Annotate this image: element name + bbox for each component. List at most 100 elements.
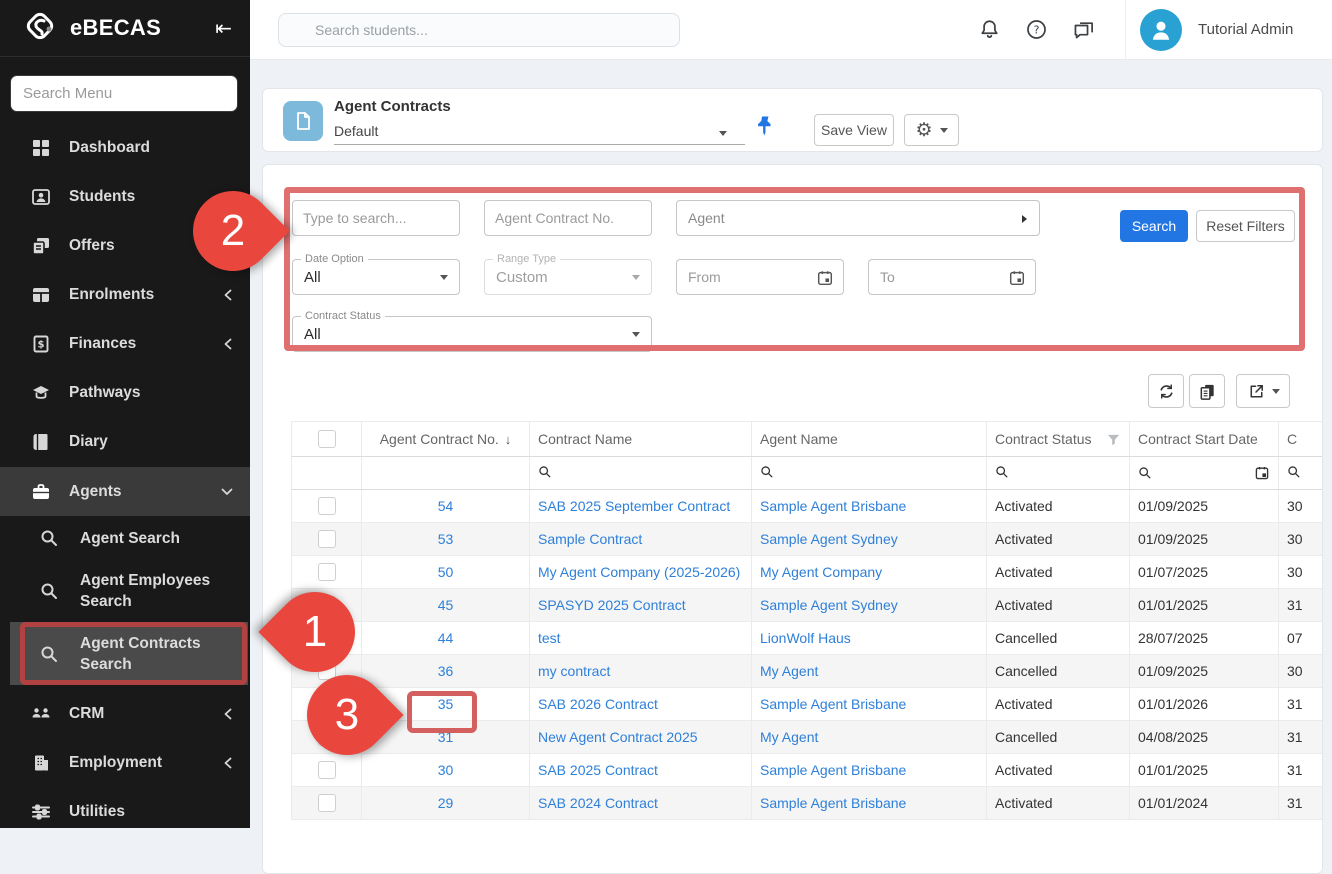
row-checkbox[interactable] xyxy=(318,629,336,647)
contract-name-link[interactable]: Sample Contract xyxy=(538,531,642,547)
contract-name-link[interactable]: SAB 2024 Contract xyxy=(538,795,658,811)
contract-name-link[interactable]: New Agent Contract 2025 xyxy=(538,729,698,745)
reset-filters-button[interactable]: Reset Filters xyxy=(1196,210,1295,242)
sidebar-item-utilities[interactable]: Utilities xyxy=(0,787,250,836)
settings-gear-button[interactable]: ⚙ xyxy=(904,114,959,146)
contract-no-link[interactable]: 53 xyxy=(438,531,454,547)
keyword-search-input[interactable] xyxy=(292,200,460,236)
contract-no-link[interactable]: 35 xyxy=(438,696,454,712)
agent-name-link[interactable]: My Agent xyxy=(760,663,818,679)
contract-name-link[interactable]: my contract xyxy=(538,663,610,679)
contract-name-link[interactable]: SAB 2025 Contract xyxy=(538,762,658,778)
sidebar-item-employment[interactable]: Employment xyxy=(0,738,250,787)
sidebar-item-enrolments[interactable]: Enrolments xyxy=(0,270,250,319)
contract-no-link[interactable]: 44 xyxy=(438,630,454,646)
contract-no-link[interactable]: 30 xyxy=(438,762,454,778)
contract-no-input[interactable] xyxy=(484,200,652,236)
help-icon[interactable]: ? xyxy=(1025,18,1049,42)
filter-agent-name-cell[interactable] xyxy=(752,457,987,490)
filter-status-cell[interactable] xyxy=(987,457,1130,490)
pin-icon[interactable] xyxy=(755,115,775,142)
filter-contract-name-cell[interactable] xyxy=(530,457,752,490)
column-contract-status[interactable]: Contract Status xyxy=(987,422,1130,457)
contract-name-link[interactable]: SAB 2025 September Contract xyxy=(538,498,730,514)
contracts-table: Agent Contract No.↓ Contract Name Agent … xyxy=(291,421,1323,820)
date-option-select[interactable]: Date Option All xyxy=(292,259,460,295)
filter-end-date-cell[interactable] xyxy=(1279,457,1324,490)
student-search-input[interactable] xyxy=(278,13,680,47)
contract-no-link[interactable]: 31 xyxy=(438,729,454,745)
sidebar-item-offers[interactable]: Offers xyxy=(0,221,250,270)
sidebar-item-agents[interactable]: Agents xyxy=(0,467,250,516)
avatar[interactable] xyxy=(1140,9,1182,51)
agent-name-link[interactable]: Sample Agent Brisbane xyxy=(760,795,906,811)
column-contract-start-date[interactable]: Contract Start Date xyxy=(1130,422,1279,457)
sidebar-item-agent-contracts-search[interactable]: Agent Contracts Search xyxy=(10,622,248,685)
sidebar-item-finances[interactable]: $ Finances xyxy=(0,319,250,368)
search-button[interactable]: Search xyxy=(1120,210,1188,242)
contract-name-link[interactable]: SPASYD 2025 Contract xyxy=(538,597,686,613)
search-icon xyxy=(38,581,60,601)
copy-button[interactable] xyxy=(1189,374,1225,408)
notifications-bell-icon[interactable] xyxy=(978,18,1002,42)
contract-status-cell: Activated xyxy=(987,688,1130,721)
row-checkbox[interactable] xyxy=(318,563,336,581)
contract-no-link[interactable]: 54 xyxy=(438,498,454,514)
contract-name-link[interactable]: SAB 2026 Contract xyxy=(538,696,658,712)
view-select[interactable]: Default xyxy=(334,119,745,145)
contract-no-link[interactable]: 36 xyxy=(438,663,454,679)
contract-name-link[interactable]: test xyxy=(538,630,561,646)
sidebar-item-agent-employees-search[interactable]: Agent Employees Search xyxy=(0,560,250,622)
contract-no-link[interactable]: 45 xyxy=(438,597,454,613)
range-type-label: Range Type xyxy=(493,253,560,266)
export-button[interactable] xyxy=(1236,374,1290,408)
save-view-button[interactable]: Save View xyxy=(814,114,894,146)
agent-name-link[interactable]: My Agent xyxy=(760,729,818,745)
select-all-checkbox[interactable] xyxy=(318,430,336,448)
column-contract-end-date[interactable]: C xyxy=(1279,422,1324,457)
filter-start-date-cell[interactable] xyxy=(1130,457,1279,490)
column-agent-contract-no[interactable]: Agent Contract No.↓ xyxy=(362,422,530,457)
row-checkbox[interactable] xyxy=(318,530,336,548)
sidebar-item-crm[interactable]: CRM xyxy=(0,689,250,738)
column-contract-name[interactable]: Contract Name xyxy=(530,422,752,457)
sidebar-item-agent-search[interactable]: Agent Search xyxy=(0,516,250,560)
sidebar-item-pathways[interactable]: Pathways xyxy=(0,368,250,417)
collapse-sidebar-icon[interactable]: ⇤ xyxy=(215,16,232,41)
contract-status-select[interactable]: Contract Status All xyxy=(292,316,652,352)
agent-name-link[interactable]: Sample Agent Brisbane xyxy=(760,498,906,514)
sidebar-item-students[interactable]: Students xyxy=(0,172,250,221)
calendar-icon[interactable] xyxy=(1254,465,1270,481)
row-checkbox[interactable] xyxy=(318,662,336,680)
agent-dropdown[interactable]: Agent xyxy=(676,200,1040,236)
to-date-input[interactable]: To xyxy=(868,259,1036,295)
agent-name-link[interactable]: Sample Agent Brisbane xyxy=(760,696,906,712)
agent-name-link[interactable]: LionWolf Haus xyxy=(760,630,851,646)
contract-end-date-cell: 30 xyxy=(1279,490,1324,523)
from-date-input[interactable]: From xyxy=(676,259,844,295)
row-checkbox[interactable] xyxy=(318,695,336,713)
contract-no-link[interactable]: 29 xyxy=(438,795,454,811)
row-checkbox[interactable] xyxy=(318,497,336,515)
agent-name-link[interactable]: My Agent Company xyxy=(760,564,882,580)
filter-funnel-icon[interactable] xyxy=(1106,432,1121,447)
contract-no-link[interactable]: 50 xyxy=(438,564,454,580)
table-row: 54 SAB 2025 September Contract Sample Agen… xyxy=(292,490,1324,523)
filter-contract-no-cell[interactable] xyxy=(362,457,530,490)
agent-name-link[interactable]: Sample Agent Sydney xyxy=(760,531,898,547)
row-checkbox[interactable] xyxy=(318,794,336,812)
agent-name-link[interactable]: Sample Agent Sydney xyxy=(760,597,898,613)
row-checkbox[interactable] xyxy=(318,596,336,614)
menu-search-input[interactable] xyxy=(10,75,238,112)
agent-name-link[interactable]: Sample Agent Brisbane xyxy=(760,762,906,778)
chat-icon[interactable] xyxy=(1072,18,1096,42)
row-checkbox[interactable] xyxy=(318,728,336,746)
refresh-button[interactable] xyxy=(1148,374,1184,408)
sidebar-item-dashboard[interactable]: Dashboard xyxy=(0,123,250,172)
row-checkbox[interactable] xyxy=(318,761,336,779)
range-type-select[interactable]: Range Type Custom xyxy=(484,259,652,295)
contract-name-link[interactable]: My Agent Company (2025-2026) xyxy=(538,564,740,580)
column-agent-name[interactable]: Agent Name xyxy=(752,422,987,457)
user-name[interactable]: Tutorial Admin xyxy=(1198,21,1293,38)
sidebar-item-diary[interactable]: Diary xyxy=(0,417,250,466)
